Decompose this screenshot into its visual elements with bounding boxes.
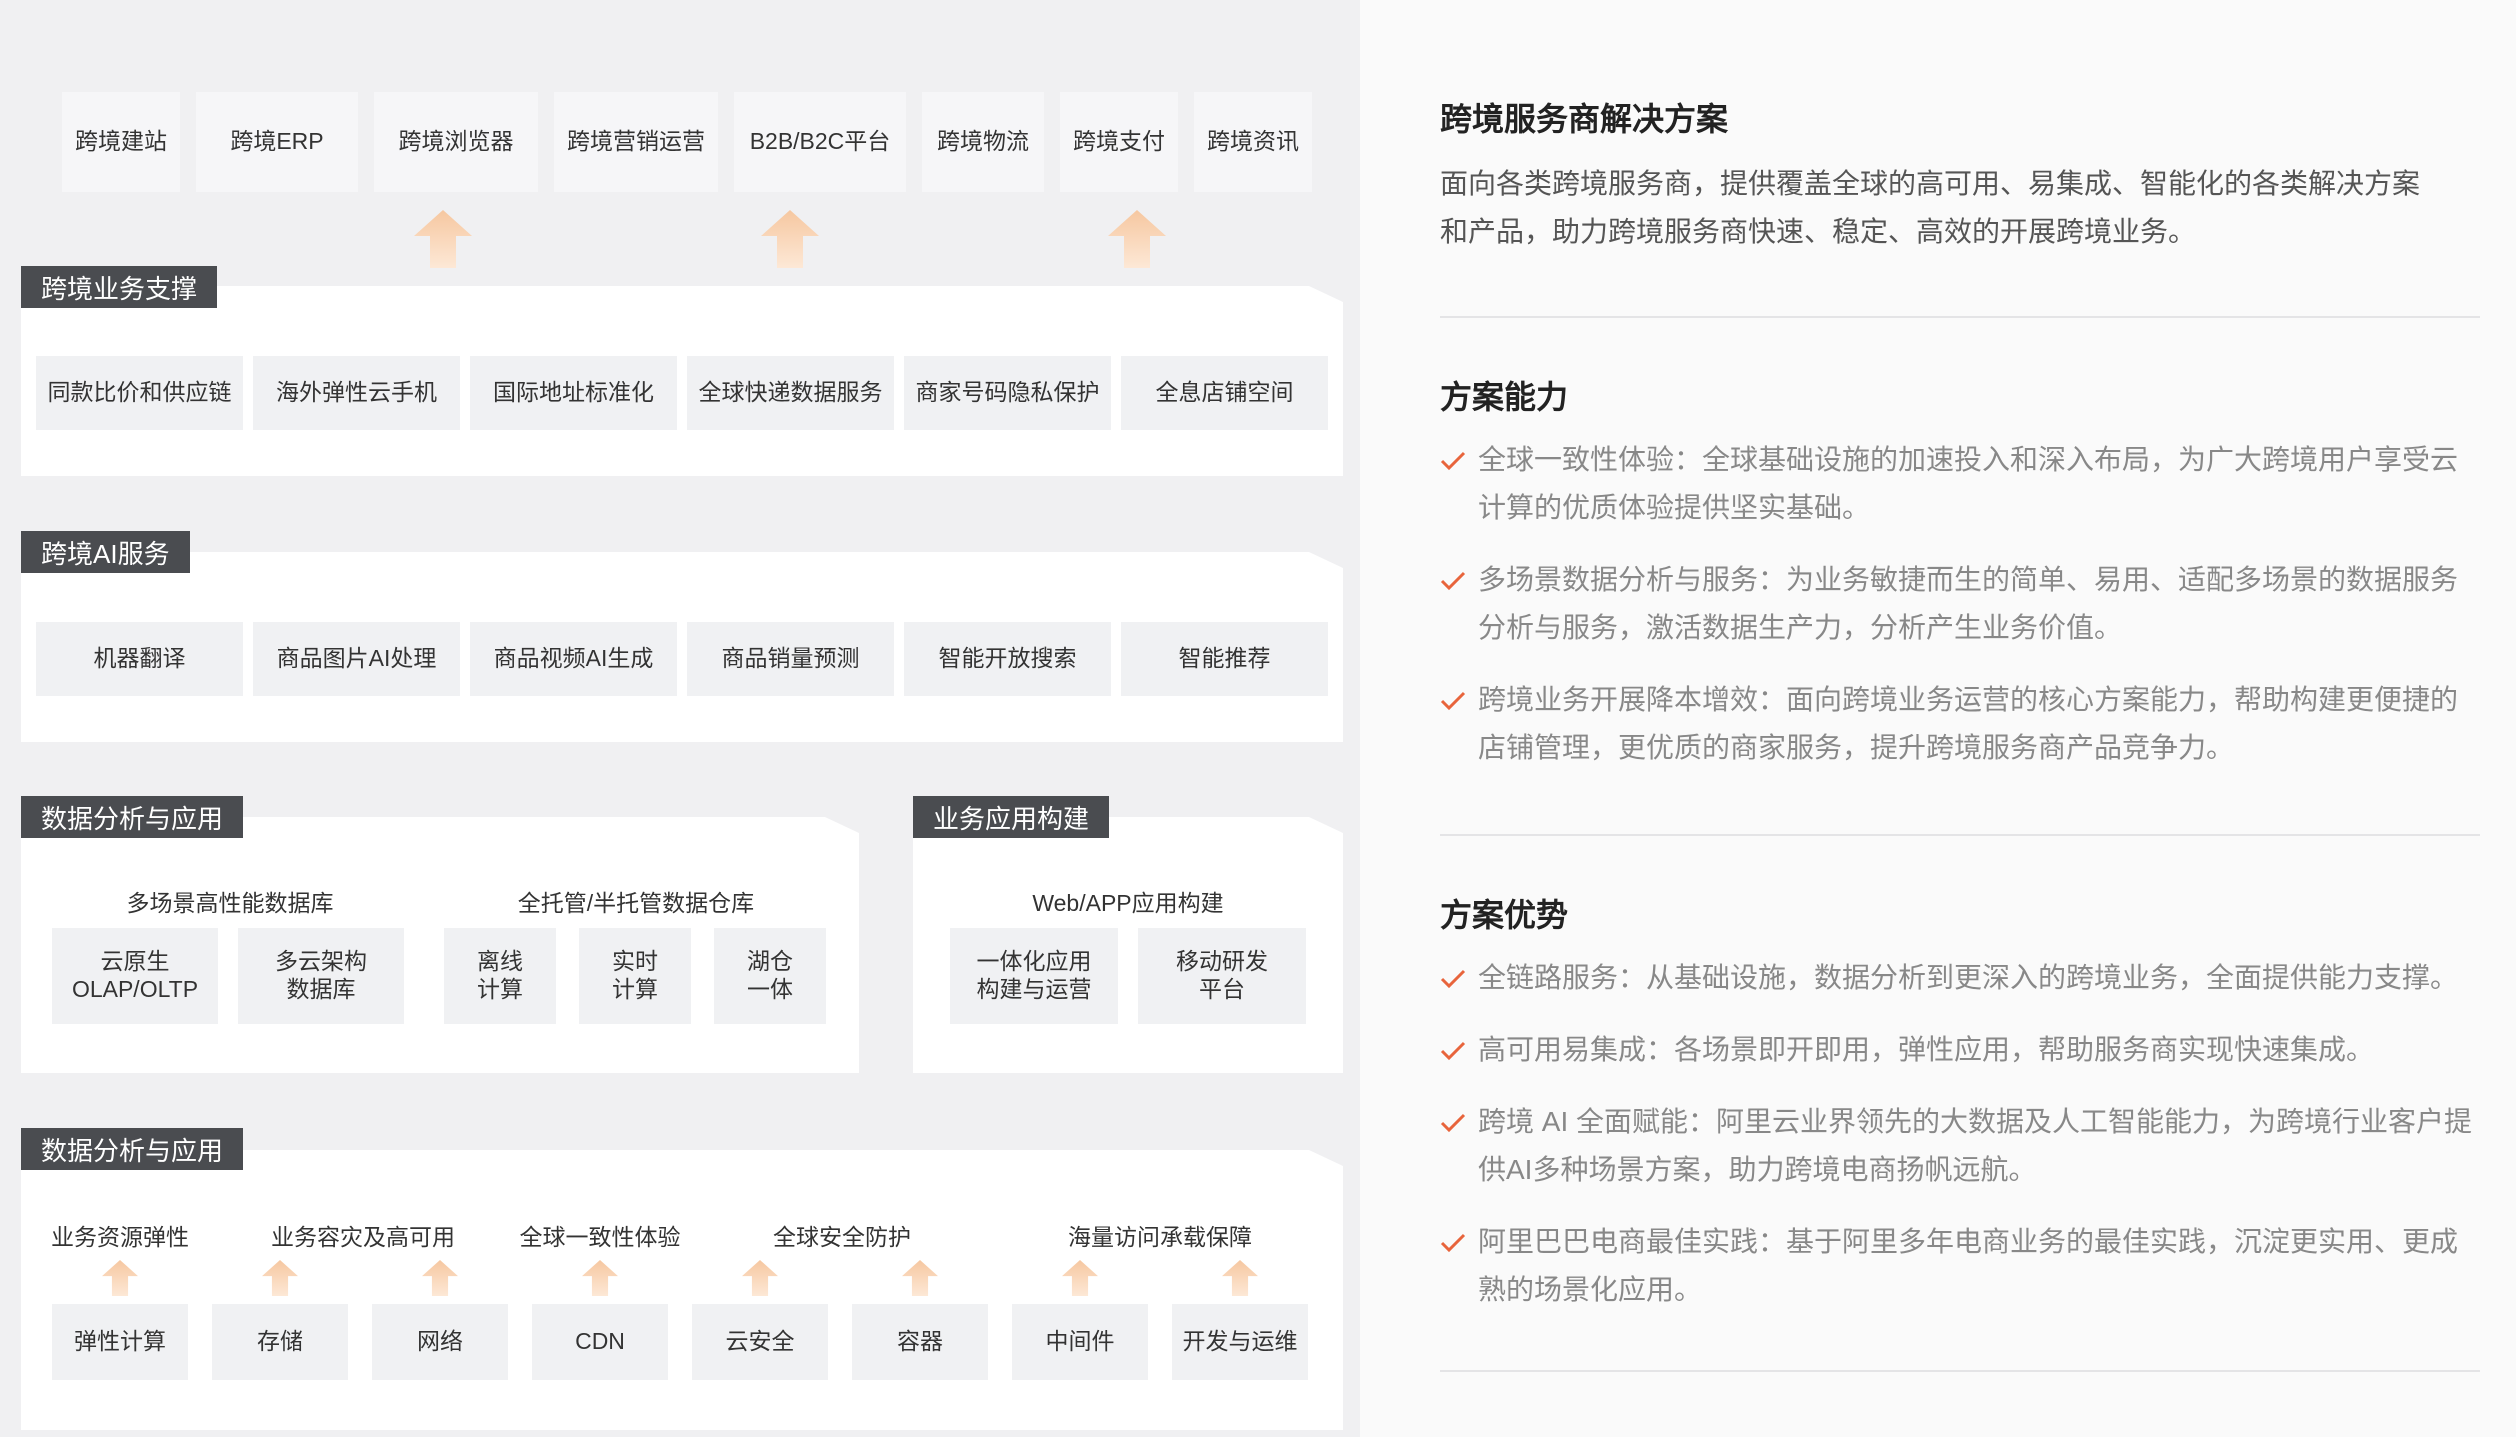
capability-item: 多场景数据分析与服务：为业务敏捷而生的简单、易用、适配多场景的数据服务分析与服务… (1478, 564, 2459, 643)
infrastructure-panel (21, 1150, 1343, 1430)
business-item[interactable]: 全息店铺空间 (1121, 356, 1328, 430)
infra-item-devops[interactable]: 开发与运维 (1172, 1304, 1308, 1380)
database-group-title: 多场景高性能数据库 (126, 890, 334, 916)
capability-item: 跨境业务开展降本增效：面向跨境业务运营的核心方案能力，帮助构建更便捷的店铺管理，… (1478, 684, 2459, 763)
up-arrow-icon (414, 210, 472, 268)
infra-item-container[interactable]: 容器 (852, 1304, 988, 1380)
infrastructure-tag: 数据分析与应用 (21, 1128, 244, 1170)
architecture-diagram: 跨境建站 跨境ERP 跨境浏览器 跨境营销运营 B2B/B2C平台 跨境物流 跨… (0, 0, 1360, 1437)
infra-label: 全球安全防护 (773, 1224, 911, 1250)
check-icon (1440, 451, 1466, 471)
top-item-erp[interactable]: 跨境ERP (196, 92, 358, 192)
ai-item[interactable]: 机器翻译 (36, 622, 243, 696)
solution-description: 跨境服务商解决方案 面向各类跨境服务商，提供覆盖全球的高可用、易集成、智能化的各… (1360, 0, 2516, 1437)
up-arrow-icon (742, 1260, 778, 1296)
divider (1440, 316, 2480, 318)
advantage-item: 全链路服务：从基础设施，数据分析到更深入的跨境业务，全面提供能力支撑。 (1478, 962, 2459, 993)
check-icon (1440, 969, 1466, 989)
up-arrow-icon (422, 1260, 458, 1296)
solution-intro: 面向各类跨境服务商，提供覆盖全球的高可用、易集成、智能化的各类解决方案和产品，助… (1440, 168, 2421, 247)
check-icon (1440, 1113, 1466, 1133)
divider (1440, 1370, 2480, 1372)
business-item[interactable]: 国际地址标准化 (470, 356, 677, 430)
infra-label: 全球一致性体验 (519, 1224, 681, 1250)
infra-label: 海量访问承载保障 (1068, 1224, 1252, 1250)
up-arrow-icon (761, 210, 819, 268)
ai-item[interactable]: 智能推荐 (1121, 622, 1328, 696)
warehouse-item[interactable]: 湖仓 一体 (714, 928, 826, 1024)
app-build-tag: 业务应用构建 (913, 796, 1110, 838)
app-build-item[interactable]: 一体化应用 构建与运营 (950, 928, 1118, 1024)
ai-services-tag: 跨境AI服务 (21, 531, 190, 573)
warehouse-group-title: 全托管/半托管数据仓库 (517, 890, 755, 916)
business-item[interactable]: 海外弹性云手机 (253, 356, 460, 430)
advantage-title: 方案优势 (1440, 897, 1569, 933)
top-item-payment[interactable]: 跨境支付 (1060, 92, 1178, 192)
ai-item[interactable]: 商品视频AI生成 (470, 622, 677, 696)
infra-item-middleware[interactable]: 中间件 (1012, 1304, 1148, 1380)
ai-item[interactable]: 商品销量预测 (687, 622, 894, 696)
up-arrow-icon (1062, 1260, 1098, 1296)
business-item[interactable]: 全球快递数据服务 (687, 356, 894, 430)
warehouse-item[interactable]: 实时 计算 (579, 928, 691, 1024)
infra-label: 业务资源弹性 (51, 1224, 189, 1250)
capability-item: 全球一致性体验：全球基础设施的加速投入和深入布局，为广大跨境用户享受云计算的优质… (1478, 444, 2459, 523)
infra-item-compute[interactable]: 弹性计算 (52, 1304, 188, 1380)
check-icon (1440, 571, 1466, 591)
top-item-logistics[interactable]: 跨境物流 (922, 92, 1044, 192)
up-arrow-icon (582, 1260, 618, 1296)
divider (1440, 834, 2480, 836)
ai-item[interactable]: 智能开放搜索 (904, 622, 1111, 696)
infra-item-storage[interactable]: 存储 (212, 1304, 348, 1380)
advantage-item: 阿里巴巴电商最佳实践：基于阿里多年电商业务的最佳实践，沉淀更实用、更成熟的场景化… (1478, 1226, 2459, 1305)
top-item-marketing[interactable]: 跨境营销运营 (554, 92, 718, 192)
capability-title: 方案能力 (1440, 379, 1569, 415)
up-arrow-icon (1108, 210, 1166, 268)
up-arrow-icon (1222, 1260, 1258, 1296)
check-icon (1440, 1041, 1466, 1061)
advantage-item: 高可用易集成：各场景即开即用，弹性应用，帮助服务商实现快速集成。 (1478, 1034, 2375, 1065)
up-arrow-icon (262, 1260, 298, 1296)
advantage-item: 跨境 AI 全面赋能：阿里云业界领先的大数据及人工智能能力，为跨境行业客户提供A… (1478, 1106, 2473, 1185)
warehouse-item[interactable]: 离线 计算 (444, 928, 556, 1024)
database-item[interactable]: 多云架构 数据库 (238, 928, 404, 1024)
up-arrow-icon (902, 1260, 938, 1296)
database-item[interactable]: 云原生 OLAP/OLTP (52, 928, 218, 1024)
app-build-title: Web/APP应用构建 (1032, 890, 1224, 916)
top-item-news[interactable]: 跨境资讯 (1194, 92, 1312, 192)
business-support-tag: 跨境业务支撑 (21, 266, 218, 308)
infra-item-network[interactable]: 网络 (372, 1304, 508, 1380)
data-analysis-tag: 数据分析与应用 (21, 796, 244, 838)
infra-item-cloud-security[interactable]: 云安全 (692, 1304, 828, 1380)
infra-item-cdn[interactable]: CDN (532, 1304, 668, 1380)
top-item-browser[interactable]: 跨境浏览器 (374, 92, 538, 192)
business-item[interactable]: 商家号码隐私保护 (904, 356, 1111, 430)
check-icon (1440, 691, 1466, 711)
top-item-site-builder[interactable]: 跨境建站 (62, 92, 180, 192)
solution-title: 跨境服务商解决方案 (1440, 101, 1729, 137)
check-icon (1440, 1233, 1466, 1253)
business-item[interactable]: 同款比价和供应链 (36, 356, 243, 430)
app-build-item[interactable]: 移动研发 平台 (1138, 928, 1306, 1024)
infra-label: 业务容灾及高可用 (271, 1224, 455, 1250)
ai-item[interactable]: 商品图片AI处理 (253, 622, 460, 696)
top-item-b2b-b2c[interactable]: B2B/B2C平台 (734, 92, 906, 192)
up-arrow-icon (102, 1260, 138, 1296)
